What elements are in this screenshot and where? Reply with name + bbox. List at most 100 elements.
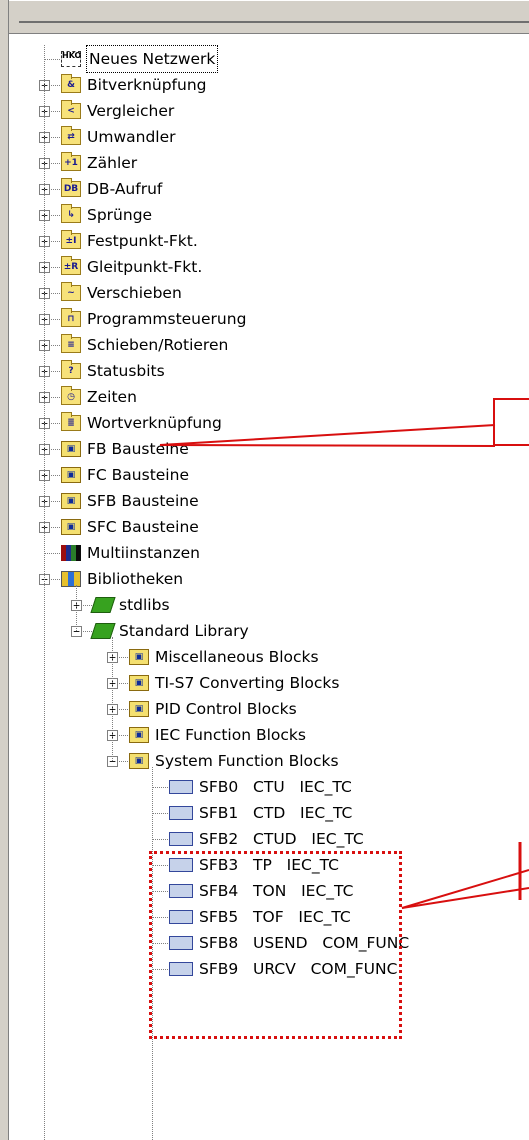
library-book-icon (90, 597, 116, 613)
tree-item-label: FB Bausteine (87, 440, 189, 458)
sfb-icon (169, 806, 193, 820)
tree-item-label: System Function Blocks (155, 752, 339, 770)
tree-item-label: Multiinstanzen (87, 544, 200, 562)
converter-icon: ⇄ (61, 126, 81, 145)
db-call-icon: DB (61, 178, 81, 197)
libraries-icon (61, 571, 81, 587)
tree-item-gleitpunkt-fkt[interactable]: + ±R Gleitpunkt-Fkt. (9, 254, 529, 280)
tree-item-programmsteuerung[interactable]: + ⊓ Programmsteuerung (9, 306, 529, 332)
tree-item-fb-bausteine[interactable]: + ▣ FB Bausteine (9, 436, 529, 462)
sfb-icon (169, 780, 193, 794)
tree-item-label: TI-S7 Converting Blocks (155, 674, 340, 692)
bit-logic-icon: & (61, 74, 81, 93)
tree-item-label: Vergleicher (87, 102, 175, 120)
tree-item-label: SFC Bausteine (87, 518, 199, 536)
tree-item-label: SFB2 CTUD IEC_TC (199, 830, 364, 848)
network-icon: HKO (61, 51, 81, 67)
tree-item-label: Festpunkt-Fkt. (87, 232, 198, 250)
tree-item-schieben-rotieren[interactable]: + ≡ Schieben/Rotieren (9, 332, 529, 358)
tree-item-spr-nge[interactable]: + ↳ Sprünge (9, 202, 529, 228)
tree-item-statusbits[interactable]: +? Statusbits (9, 358, 529, 384)
tree-item-label: Zähler (87, 154, 138, 172)
word-logic-icon: ≣ (61, 412, 81, 431)
tree-item-pid-control-blocks[interactable]: + ▣ PID Control Blocks (9, 696, 529, 722)
tree-item-standard-library[interactable]: − Standard Library (9, 618, 529, 644)
tree-item-label: stdlibs (119, 596, 170, 614)
status-bits-icon: ? (61, 360, 81, 379)
tree-item-system-function-blocks[interactable]: − ▣ System Function Blocks (9, 748, 529, 774)
tree-item-verschieben[interactable]: + ~ Verschieben (9, 280, 529, 306)
tree-item-label: SFB0 CTU IEC_TC (199, 778, 352, 796)
tree-item-label: Neues Netzwerk (85, 45, 219, 73)
tree-item-ti-s7-converting-blocks[interactable]: + ▣ TI-S7 Converting Blocks (9, 670, 529, 696)
comparator-icon: < (61, 100, 81, 119)
tree-item-label: SFB Bausteine (87, 492, 199, 510)
tree-connector (44, 59, 62, 60)
tree-item-label: PID Control Blocks (155, 700, 297, 718)
tree-item-label: Bitverknüpfung (87, 76, 207, 94)
tree-connector (44, 553, 62, 554)
tree-guide-level3 (112, 637, 113, 761)
tree-item-label: FC Bausteine (87, 466, 189, 484)
multi-instance-icon (61, 545, 81, 561)
shift-rotate-icon: ≡ (61, 334, 81, 353)
timer-icon: ◷ (61, 386, 81, 405)
annotation-highlight-sfb-timers-counters (149, 851, 402, 1039)
tree-item-sfc-bausteine[interactable]: + ▣ SFC Bausteine (9, 514, 529, 540)
window-left-border (0, 0, 9, 1140)
block-folder-icon: ▣ (129, 649, 149, 665)
tree-item-label: Zeiten (87, 388, 137, 406)
block-folder-icon: ▣ (129, 701, 149, 717)
tree-guide-level2 (76, 585, 77, 631)
tree-item-vergleicher[interactable]: + < Vergleicher (9, 98, 529, 124)
move-icon: ~ (61, 282, 81, 301)
tree-item-bitverkn-pfung[interactable]: + & Bitverknüpfung (9, 72, 529, 98)
sfb-block-icon: ▣ (61, 493, 81, 509)
tree-item-umwandler[interactable]: + ⇄ Umwandler (9, 124, 529, 150)
tree-item-zeiten[interactable]: + ◷ Zeiten (9, 384, 529, 410)
tree-item-label: Bibliotheken (87, 570, 184, 588)
tree-item-sfb-bausteine[interactable]: + ▣ SFB Bausteine (9, 488, 529, 514)
tree-item-miscellaneous-blocks[interactable]: + ▣ Miscellaneous Blocks (9, 644, 529, 670)
tree-item-festpunkt-fkt[interactable]: + ±I Festpunkt-Fkt. (9, 228, 529, 254)
tree-item-iec-function-blocks[interactable]: + ▣ IEC Function Blocks (9, 722, 529, 748)
tree-item-wortverkn-pfung[interactable]: + ≣ Wortverknüpfung (9, 410, 529, 436)
tree-item-label: Statusbits (87, 362, 165, 380)
tree-item-multiinstanzen[interactable]: Multiinstanzen (9, 540, 529, 566)
tree-item-label: Verschieben (87, 284, 182, 302)
fc-block-icon: ▣ (61, 467, 81, 483)
tree-item-neues-netzwerk[interactable]: HKO Neues Netzwerk (9, 45, 529, 73)
tree-item-z-hler[interactable]: + +1 Zähler (9, 150, 529, 176)
tree-connector (152, 839, 170, 840)
floating-point-icon: ±R (61, 256, 81, 275)
tree-item-sfb1-ctd-iec-tc[interactable]: SFB1 CTD IEC_TC (9, 800, 529, 826)
tree-item-stdlibs[interactable]: + stdlibs (9, 592, 529, 618)
sfc-block-icon: ▣ (61, 519, 81, 535)
tree-item-label: Sprünge (87, 206, 153, 224)
tree-item-sfb0-ctu-iec-tc[interactable]: SFB0 CTU IEC_TC (9, 774, 529, 800)
tree-item-label: Umwandler (87, 128, 176, 146)
block-folder-icon: ▣ (129, 753, 149, 769)
tree-guide-level1 (44, 45, 45, 1140)
tree-item-label: IEC Function Blocks (155, 726, 306, 744)
panel-header (9, 0, 529, 34)
sfb-icon (169, 832, 193, 846)
jump-icon: ↳ (61, 204, 81, 223)
counter-icon: +1 (61, 152, 81, 171)
tree-item-label: Schieben/Rotieren (87, 336, 229, 354)
tree-item-bibliotheken[interactable]: − Bibliotheken (9, 566, 529, 592)
fixed-point-icon: ±I (61, 230, 81, 249)
fb-block-icon: ▣ (61, 441, 81, 457)
tree-item-label: Miscellaneous Blocks (155, 648, 319, 666)
tree-item-db-aufruf[interactable]: + DB DB-Aufruf (9, 176, 529, 202)
tree-item-label: Programmsteuerung (87, 310, 247, 328)
tree-item-sfb2-ctud-iec-tc[interactable]: SFB2 CTUD IEC_TC (9, 826, 529, 852)
tree-item-label: Standard Library (119, 622, 249, 640)
annotation-callout-box (493, 398, 529, 446)
tree-item-fc-bausteine[interactable]: + ▣ FC Bausteine (9, 462, 529, 488)
tree-item-label: SFB1 CTD IEC_TC (199, 804, 353, 822)
header-divider (19, 21, 529, 23)
tree-item-label: DB-Aufruf (87, 180, 163, 198)
tree-item-label: Wortverknüpfung (87, 414, 222, 432)
program-control-icon: ⊓ (61, 308, 81, 327)
